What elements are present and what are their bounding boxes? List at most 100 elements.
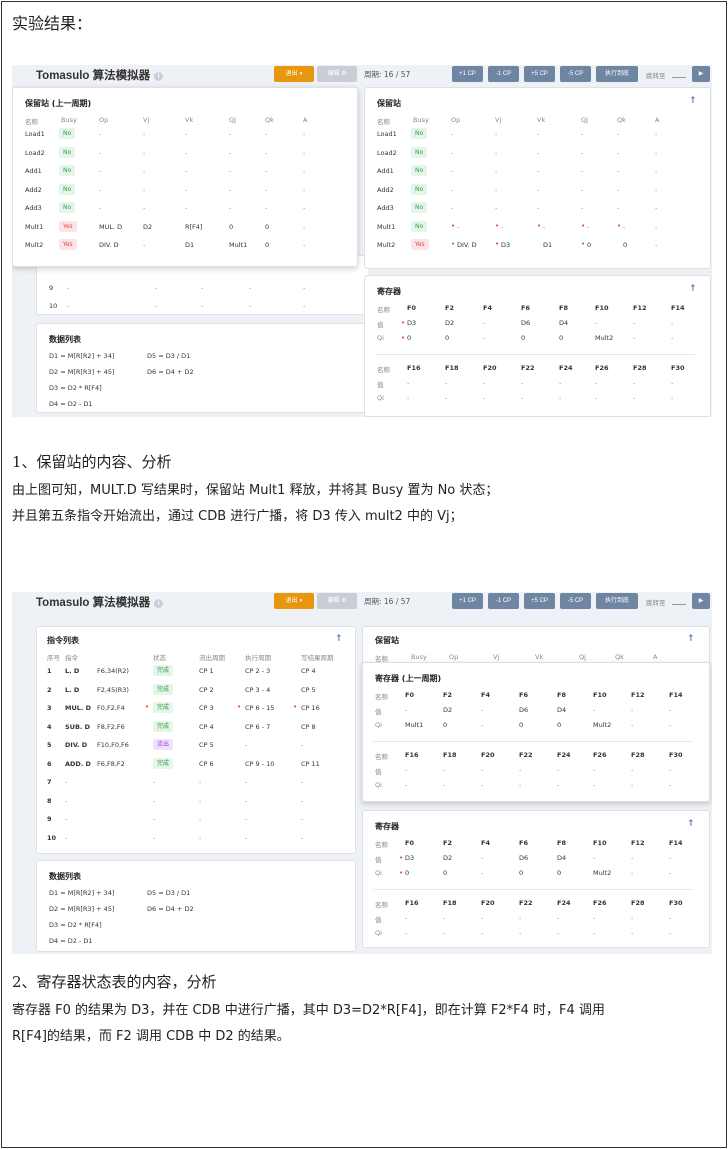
reg-cell: F4 (483, 304, 492, 312)
rs-cell: Mult1 (229, 241, 248, 249)
edit-button[interactable]: 编辑 ⚙ (317, 593, 357, 609)
reg-cell: - (557, 914, 560, 922)
jump-label: 跳转至 (646, 599, 666, 607)
reg-cell: 0 (405, 869, 410, 877)
minus1-cp-button[interactable]: -1 CP (488, 66, 519, 82)
rs-header-cell: Vk (185, 116, 194, 124)
busy-badge: No (411, 202, 428, 213)
data-item: D1 = M[R[R2] + 34] (49, 352, 115, 360)
reg-cell: - (443, 766, 446, 774)
collapse-arrow-icon[interactable]: ↑ (687, 634, 695, 644)
reg-cell: F20 (483, 364, 497, 372)
rs-cell: - (655, 167, 658, 175)
change-dot: • (537, 221, 542, 230)
results-heading: 实验结果： (12, 14, 93, 33)
instr-exec-cycle: - (245, 778, 248, 786)
data-list-card: 数据列表 D1 = M[R[R2] + 34] D5 = D3 / D1 D2 = M… (36, 323, 370, 413)
instr-cell: - (249, 284, 252, 292)
instr-cell: 9 (49, 284, 54, 292)
status-badge: 完成 (153, 683, 174, 695)
rs-cell: - (303, 167, 306, 175)
instr-exec-cycle: CP 6 - 7 (245, 722, 271, 731)
run-to-end-button[interactable]: 执行到底 (596, 593, 638, 609)
reg-cell: - (631, 766, 634, 774)
jump-input[interactable] (672, 604, 686, 605)
change-dot: • (581, 221, 586, 230)
minus5-cp-button[interactable]: -5 CP (560, 593, 591, 609)
reg-cell: F24 (557, 751, 571, 759)
rs-cell: - (99, 130, 102, 138)
instr-op: - (65, 815, 68, 823)
plus5-cp-button[interactable]: +5 CP (524, 66, 555, 82)
reg-cell: - (631, 706, 634, 714)
reg-cell: - (631, 869, 634, 877)
register-prev-title: 寄存器 (上一周期) (375, 674, 442, 683)
data-list-title: 数据列表 (49, 872, 81, 881)
collapse-arrow-icon[interactable]: ↑ (689, 284, 697, 294)
reg-row-label: Qi (377, 334, 384, 342)
reg-cell: F12 (631, 839, 645, 847)
reg-cell: - (631, 929, 634, 937)
minus5-cp-button[interactable]: -5 CP (560, 66, 591, 82)
collapse-arrow-icon[interactable]: ↑ (689, 96, 697, 106)
jump-input[interactable] (672, 77, 686, 78)
reg-cell: - (593, 854, 596, 862)
rs-name-cell: Load1 (377, 130, 397, 138)
info-icon: i (154, 599, 164, 608)
reg-cell: - (669, 766, 672, 774)
rs-header-cell: A (655, 116, 660, 124)
instr-op: SUB. D (65, 722, 91, 731)
data-item: D3 = D2 * R[F4] (49, 384, 102, 392)
reg-cell: - (483, 379, 486, 387)
reg-cell: - (593, 914, 596, 922)
reg-cell: - (593, 706, 596, 714)
rs-name-cell: Add1 (377, 167, 394, 175)
reg-cell: - (669, 721, 672, 729)
change-dot: • (293, 703, 298, 711)
reg-cell: - (481, 706, 484, 714)
collapse-arrow-icon[interactable]: ↑ (335, 634, 343, 644)
rs-cell: - (501, 222, 504, 231)
rs-cell: - (303, 130, 306, 138)
data-item: D3 = D2 * R[F4] (49, 921, 102, 929)
reg-cell: - (557, 929, 560, 937)
reg-cell: F26 (595, 364, 609, 372)
reg-row-label: 值 (375, 708, 382, 716)
rs-name-cell: Add2 (377, 185, 394, 194)
plus1-cp-button[interactable]: +1 CP (452, 66, 483, 82)
rs-name-cell: Add3 (25, 204, 42, 212)
rs-cell: - (495, 148, 498, 157)
instr-op: - (65, 833, 68, 842)
plus5-cp-button[interactable]: +5 CP (524, 593, 555, 609)
rs-header-cell: Qk (615, 653, 624, 661)
minus1-cp-button[interactable]: -1 CP (488, 593, 519, 609)
instr-status: - (153, 815, 156, 823)
reg-cell: - (633, 319, 636, 327)
exit-button[interactable]: 退出 ⏸ (274, 593, 314, 609)
edit-button[interactable]: 编辑 ⚙ (317, 66, 357, 82)
reg-cell: F18 (443, 899, 457, 907)
reg-cell: D2 (445, 319, 455, 327)
rs-header-cell: Vj (495, 116, 502, 124)
reg-cell: - (405, 766, 408, 774)
reg-cell: F12 (633, 304, 647, 312)
rs-cell: - (537, 130, 540, 138)
plus1-cp-button[interactable]: +1 CP (452, 593, 483, 609)
instr-issue-cycle: CP 5 (199, 741, 214, 749)
reg-cell: F6 (519, 839, 528, 847)
instr-header-cell: 执行周期 (245, 654, 271, 662)
jump-go-button[interactable]: ▶ (692, 66, 710, 82)
rs-cell: - (495, 167, 498, 175)
reg-cell: D2 (443, 706, 453, 714)
rs-cell: - (543, 222, 546, 231)
rs-cell: D1 (185, 241, 195, 249)
rs-cell: - (185, 185, 188, 194)
rs-cell: - (229, 148, 232, 157)
reg-cell: F8 (557, 691, 566, 699)
jump-go-button[interactable]: ▶ (692, 593, 710, 609)
change-dot: • (617, 221, 622, 230)
exit-button[interactable]: 退出 ⏸ (274, 66, 314, 82)
collapse-arrow-icon[interactable]: ↑ (687, 819, 695, 829)
reg-cell: - (671, 319, 674, 327)
run-to-end-button[interactable]: 执行到底 (596, 66, 638, 82)
